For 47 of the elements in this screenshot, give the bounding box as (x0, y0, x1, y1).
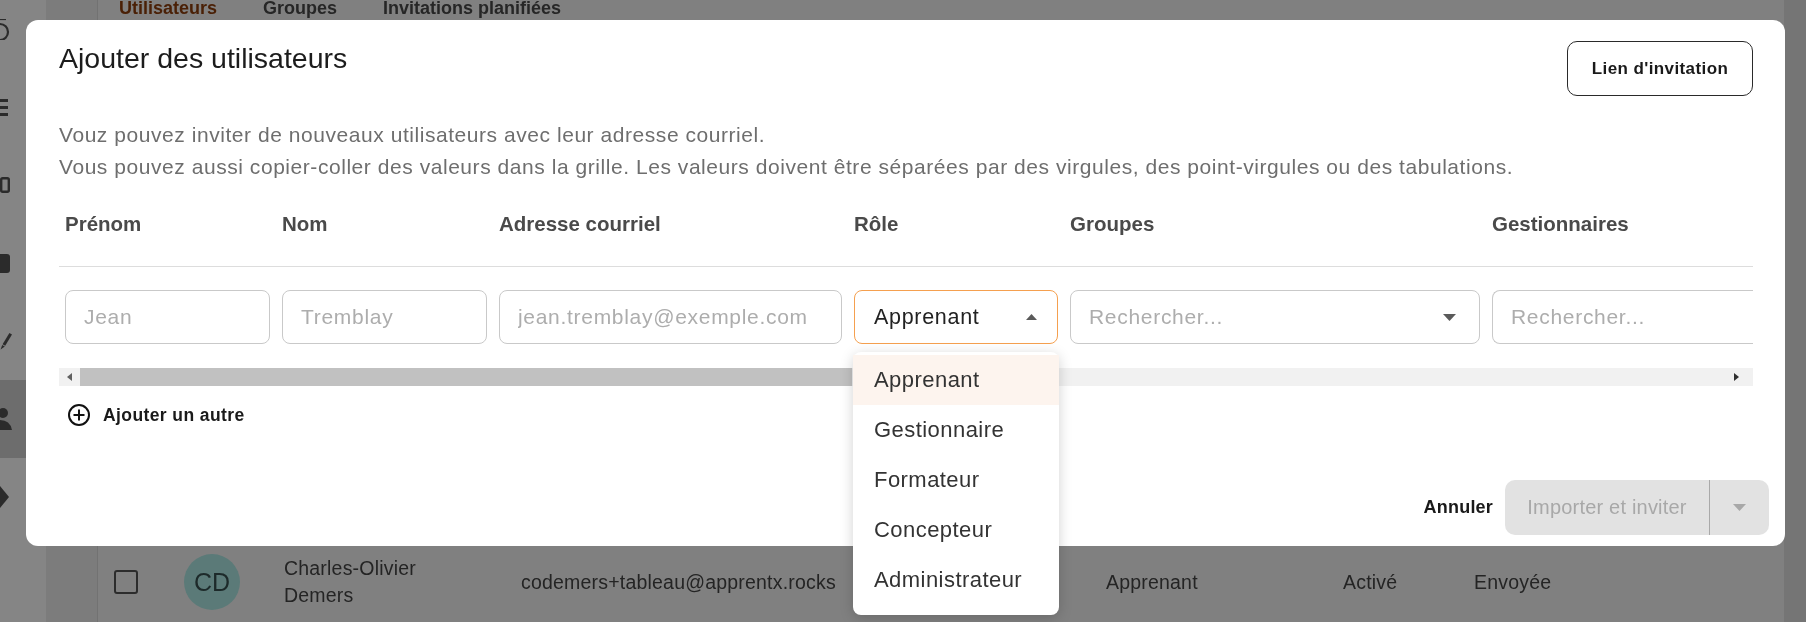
scrollbar-thumb[interactable] (80, 368, 852, 386)
timer-icon (0, 18, 11, 40)
user-email: codemers+tableau@apprentx.rocks (521, 569, 836, 595)
column-header: Rôle (854, 212, 899, 236)
last-name-input[interactable]: Tremblay (282, 290, 487, 344)
list-icon (0, 98, 8, 116)
dropdown-option[interactable]: Concepteur (853, 505, 1059, 555)
tab[interactable]: Invitations planifiées (383, 0, 562, 17)
column-header: Groupes (1070, 212, 1155, 236)
role-select[interactable]: Apprenant (854, 290, 1058, 344)
status-text: Activé (1343, 569, 1398, 595)
description-text: Vous pouvez aussi copier-coller des valeurs dans la grille. Les valeurs doivent être séparées par des virgules, des point-virgules ou des tabulations. (59, 154, 1515, 180)
managers-input[interactable]: Rechercher... (1492, 290, 1753, 344)
dropdown-option[interactable]: Gestionnaire (853, 405, 1059, 455)
add-row-button[interactable]: Ajouter un autre (68, 404, 245, 426)
groups-select[interactable]: Rechercher... (1070, 290, 1480, 344)
cancel-button[interactable]: Annuler (1423, 497, 1493, 518)
role-text: Apprenant (1106, 569, 1198, 595)
avatar: CD (184, 554, 240, 610)
triangle-icon (0, 486, 9, 508)
rectangle-icon (0, 177, 10, 193)
dialog-title: Ajouter des utilisateurs (59, 41, 348, 75)
column-header: Adresse courriel (499, 212, 661, 236)
pencil-icon (0, 332, 12, 350)
dropdown-option[interactable]: Administrateur (853, 555, 1059, 605)
tab[interactable]: Groupes (263, 0, 338, 17)
column-header: Nom (282, 212, 328, 236)
first-name-input[interactable]: Jean (65, 290, 270, 344)
user-name: Charles-Olivier Demers (284, 556, 417, 608)
description-text: Vouz pouvez inviter de nouveaux utilisateurs avec leur adresse courriel. (59, 122, 767, 148)
tab[interactable]: Utilisateurs (119, 0, 218, 17)
checkbox[interactable] (114, 570, 138, 594)
caret-down-icon (1443, 313, 1456, 321)
person-icon (0, 408, 12, 430)
column-header: Prénom (65, 212, 142, 236)
dropdown-option[interactable]: Formateur (853, 455, 1059, 505)
caret-down-icon (1733, 504, 1746, 511)
sidebar-item[interactable] (0, 380, 26, 458)
scroll-right-icon[interactable] (1734, 373, 1739, 381)
scroll-left-icon[interactable] (67, 373, 72, 381)
column-header: Gestionnaires (1492, 212, 1629, 236)
plus-circle-icon (68, 404, 90, 426)
invitation-text: Envoyée (1474, 569, 1552, 595)
email-input[interactable]: jean.tremblay@exemple.com (499, 290, 842, 344)
caret-up-icon (1026, 314, 1037, 320)
dropdown-option[interactable]: Apprenant (853, 355, 1059, 405)
invite-link-button[interactable]: Lien d'invitation (1567, 41, 1753, 96)
